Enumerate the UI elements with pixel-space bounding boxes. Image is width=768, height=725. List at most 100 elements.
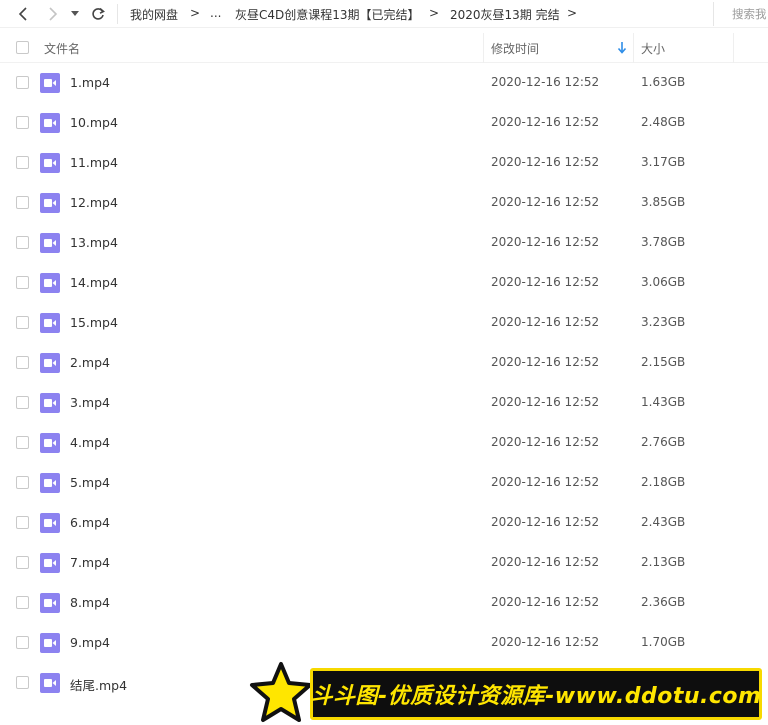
file-modified: 2020-12-16 12:52 bbox=[491, 235, 600, 249]
file-size: 3.23GB bbox=[641, 315, 686, 329]
file-modified: 2020-12-16 12:52 bbox=[491, 355, 600, 369]
file-size: 1.63GB bbox=[641, 75, 686, 89]
file-name[interactable]: 4.mp4 bbox=[70, 435, 110, 450]
video-file-icon bbox=[40, 153, 60, 173]
file-name[interactable]: 9.mp4 bbox=[70, 635, 110, 650]
sort-descending-icon[interactable] bbox=[617, 41, 627, 55]
file-row[interactable]: 3.mp4 2020-12-16 12:52 1.43GB bbox=[0, 383, 768, 423]
select-all-checkbox[interactable] bbox=[16, 41, 29, 54]
file-name[interactable]: 2.mp4 bbox=[70, 355, 110, 370]
file-name[interactable]: 结尾.mp4 bbox=[70, 675, 127, 694]
file-size: 2.36GB bbox=[641, 595, 686, 609]
row-checkbox[interactable] bbox=[16, 116, 29, 129]
video-file-icon bbox=[40, 113, 60, 133]
file-row[interactable]: 6.mp4 2020-12-16 12:52 2.43GB bbox=[0, 503, 768, 543]
row-checkbox[interactable] bbox=[16, 236, 29, 249]
file-size: 3.78GB bbox=[641, 235, 686, 249]
file-row[interactable]: 15.mp4 2020-12-16 12:52 3.23GB bbox=[0, 303, 768, 343]
file-row[interactable]: 13.mp4 2020-12-16 12:52 3.78GB bbox=[0, 223, 768, 263]
row-checkbox[interactable] bbox=[16, 476, 29, 489]
video-file-icon bbox=[40, 473, 60, 493]
row-checkbox[interactable] bbox=[16, 316, 29, 329]
file-modified: 2020-12-16 12:52 bbox=[491, 475, 600, 489]
file-row[interactable]: 8.mp4 2020-12-16 12:52 2.36GB bbox=[0, 583, 768, 623]
column-header-modified[interactable]: 修改时间 bbox=[491, 40, 539, 57]
column-divider[interactable] bbox=[733, 33, 734, 63]
column-header-name[interactable]: 文件名 bbox=[44, 40, 80, 57]
file-row[interactable]: 12.mp4 2020-12-16 12:52 3.85GB bbox=[0, 183, 768, 223]
video-file-icon bbox=[40, 673, 60, 693]
row-checkbox[interactable] bbox=[16, 396, 29, 409]
file-row[interactable]: 14.mp4 2020-12-16 12:52 3.06GB bbox=[0, 263, 768, 303]
breadcrumb-ellipsis[interactable]: ... bbox=[210, 6, 221, 20]
search-input[interactable]: 搜索我 bbox=[732, 6, 767, 22]
file-modified: 2020-12-16 12:52 bbox=[491, 435, 600, 449]
breadcrumb-course-folder[interactable]: 灰昼C4D创意课程13期【已完结】 bbox=[235, 6, 420, 23]
video-file-icon bbox=[40, 193, 60, 213]
row-checkbox[interactable] bbox=[16, 196, 29, 209]
video-file-icon bbox=[40, 353, 60, 373]
file-row[interactable]: 1.mp4 2020-12-16 12:52 1.63GB bbox=[0, 63, 768, 103]
row-checkbox[interactable] bbox=[16, 596, 29, 609]
video-file-icon bbox=[40, 313, 60, 333]
video-file-icon bbox=[40, 273, 60, 293]
file-name[interactable]: 11.mp4 bbox=[70, 155, 118, 170]
row-checkbox[interactable] bbox=[16, 356, 29, 369]
history-dropdown-icon[interactable] bbox=[68, 3, 82, 25]
file-size: 3.17GB bbox=[641, 155, 686, 169]
file-row[interactable]: 2.mp4 2020-12-16 12:52 2.15GB bbox=[0, 343, 768, 383]
row-checkbox[interactable] bbox=[16, 156, 29, 169]
file-row[interactable]: 11.mp4 2020-12-16 12:52 3.17GB bbox=[0, 143, 768, 183]
breadcrumb-current-folder[interactable]: 2020灰昼13期 完结 bbox=[450, 6, 560, 23]
refresh-icon[interactable] bbox=[88, 3, 108, 25]
file-name[interactable]: 6.mp4 bbox=[70, 515, 110, 530]
file-modified: 2020-12-16 12:52 bbox=[491, 395, 600, 409]
file-size: 2.13GB bbox=[641, 555, 686, 569]
file-row[interactable]: 9.mp4 2020-12-16 12:52 1.70GB bbox=[0, 623, 768, 663]
file-name[interactable]: 3.mp4 bbox=[70, 395, 110, 410]
file-name[interactable]: 7.mp4 bbox=[70, 555, 110, 570]
column-divider[interactable] bbox=[633, 33, 634, 63]
row-checkbox[interactable] bbox=[16, 516, 29, 529]
column-divider[interactable] bbox=[483, 33, 484, 63]
file-modified: 2020-12-16 12:52 bbox=[491, 115, 600, 129]
file-row[interactable]: 4.mp4 2020-12-16 12:52 2.76GB bbox=[0, 423, 768, 463]
breadcrumb-separator: > bbox=[567, 6, 578, 20]
row-checkbox[interactable] bbox=[16, 436, 29, 449]
breadcrumb-separator: > bbox=[190, 6, 201, 20]
file-modified: 2020-12-16 12:52 bbox=[491, 315, 600, 329]
row-checkbox[interactable] bbox=[16, 636, 29, 649]
back-arrow-icon[interactable] bbox=[12, 3, 34, 25]
file-list-header: 文件名 修改时间 大小 bbox=[0, 33, 768, 63]
watermark-bar: 斗斗图-优质设计资源库-www.ddotu.com bbox=[310, 668, 762, 720]
file-row[interactable]: 5.mp4 2020-12-16 12:52 2.18GB bbox=[0, 463, 768, 503]
row-checkbox[interactable] bbox=[16, 556, 29, 569]
file-name[interactable]: 15.mp4 bbox=[70, 315, 118, 330]
watermark-text: 斗斗图-优质设计资源库-www.ddotu.com bbox=[310, 684, 762, 709]
file-modified: 2020-12-16 12:52 bbox=[491, 635, 600, 649]
file-modified: 2020-12-16 12:52 bbox=[491, 75, 600, 89]
file-modified: 2020-12-16 12:52 bbox=[491, 195, 600, 209]
nav-divider bbox=[117, 4, 118, 24]
video-file-icon bbox=[40, 593, 60, 613]
file-name[interactable]: 8.mp4 bbox=[70, 595, 110, 610]
file-name[interactable]: 14.mp4 bbox=[70, 275, 118, 290]
row-checkbox[interactable] bbox=[16, 76, 29, 89]
video-file-icon bbox=[40, 73, 60, 93]
forward-arrow-icon[interactable] bbox=[42, 3, 64, 25]
file-name[interactable]: 12.mp4 bbox=[70, 195, 118, 210]
file-name[interactable]: 10.mp4 bbox=[70, 115, 118, 130]
file-size: 2.43GB bbox=[641, 515, 686, 529]
file-row[interactable]: 10.mp4 2020-12-16 12:52 2.48GB bbox=[0, 103, 768, 143]
file-name[interactable]: 1.mp4 bbox=[70, 75, 110, 90]
video-file-icon bbox=[40, 513, 60, 533]
column-header-size[interactable]: 大小 bbox=[641, 40, 665, 57]
file-name[interactable]: 5.mp4 bbox=[70, 475, 110, 490]
breadcrumb-root[interactable]: 我的网盘 bbox=[130, 6, 178, 23]
file-row[interactable]: 7.mp4 2020-12-16 12:52 2.13GB bbox=[0, 543, 768, 583]
video-file-icon bbox=[40, 633, 60, 653]
search-divider bbox=[713, 2, 714, 26]
row-checkbox[interactable] bbox=[16, 276, 29, 289]
row-checkbox[interactable] bbox=[16, 676, 29, 689]
file-name[interactable]: 13.mp4 bbox=[70, 235, 118, 250]
